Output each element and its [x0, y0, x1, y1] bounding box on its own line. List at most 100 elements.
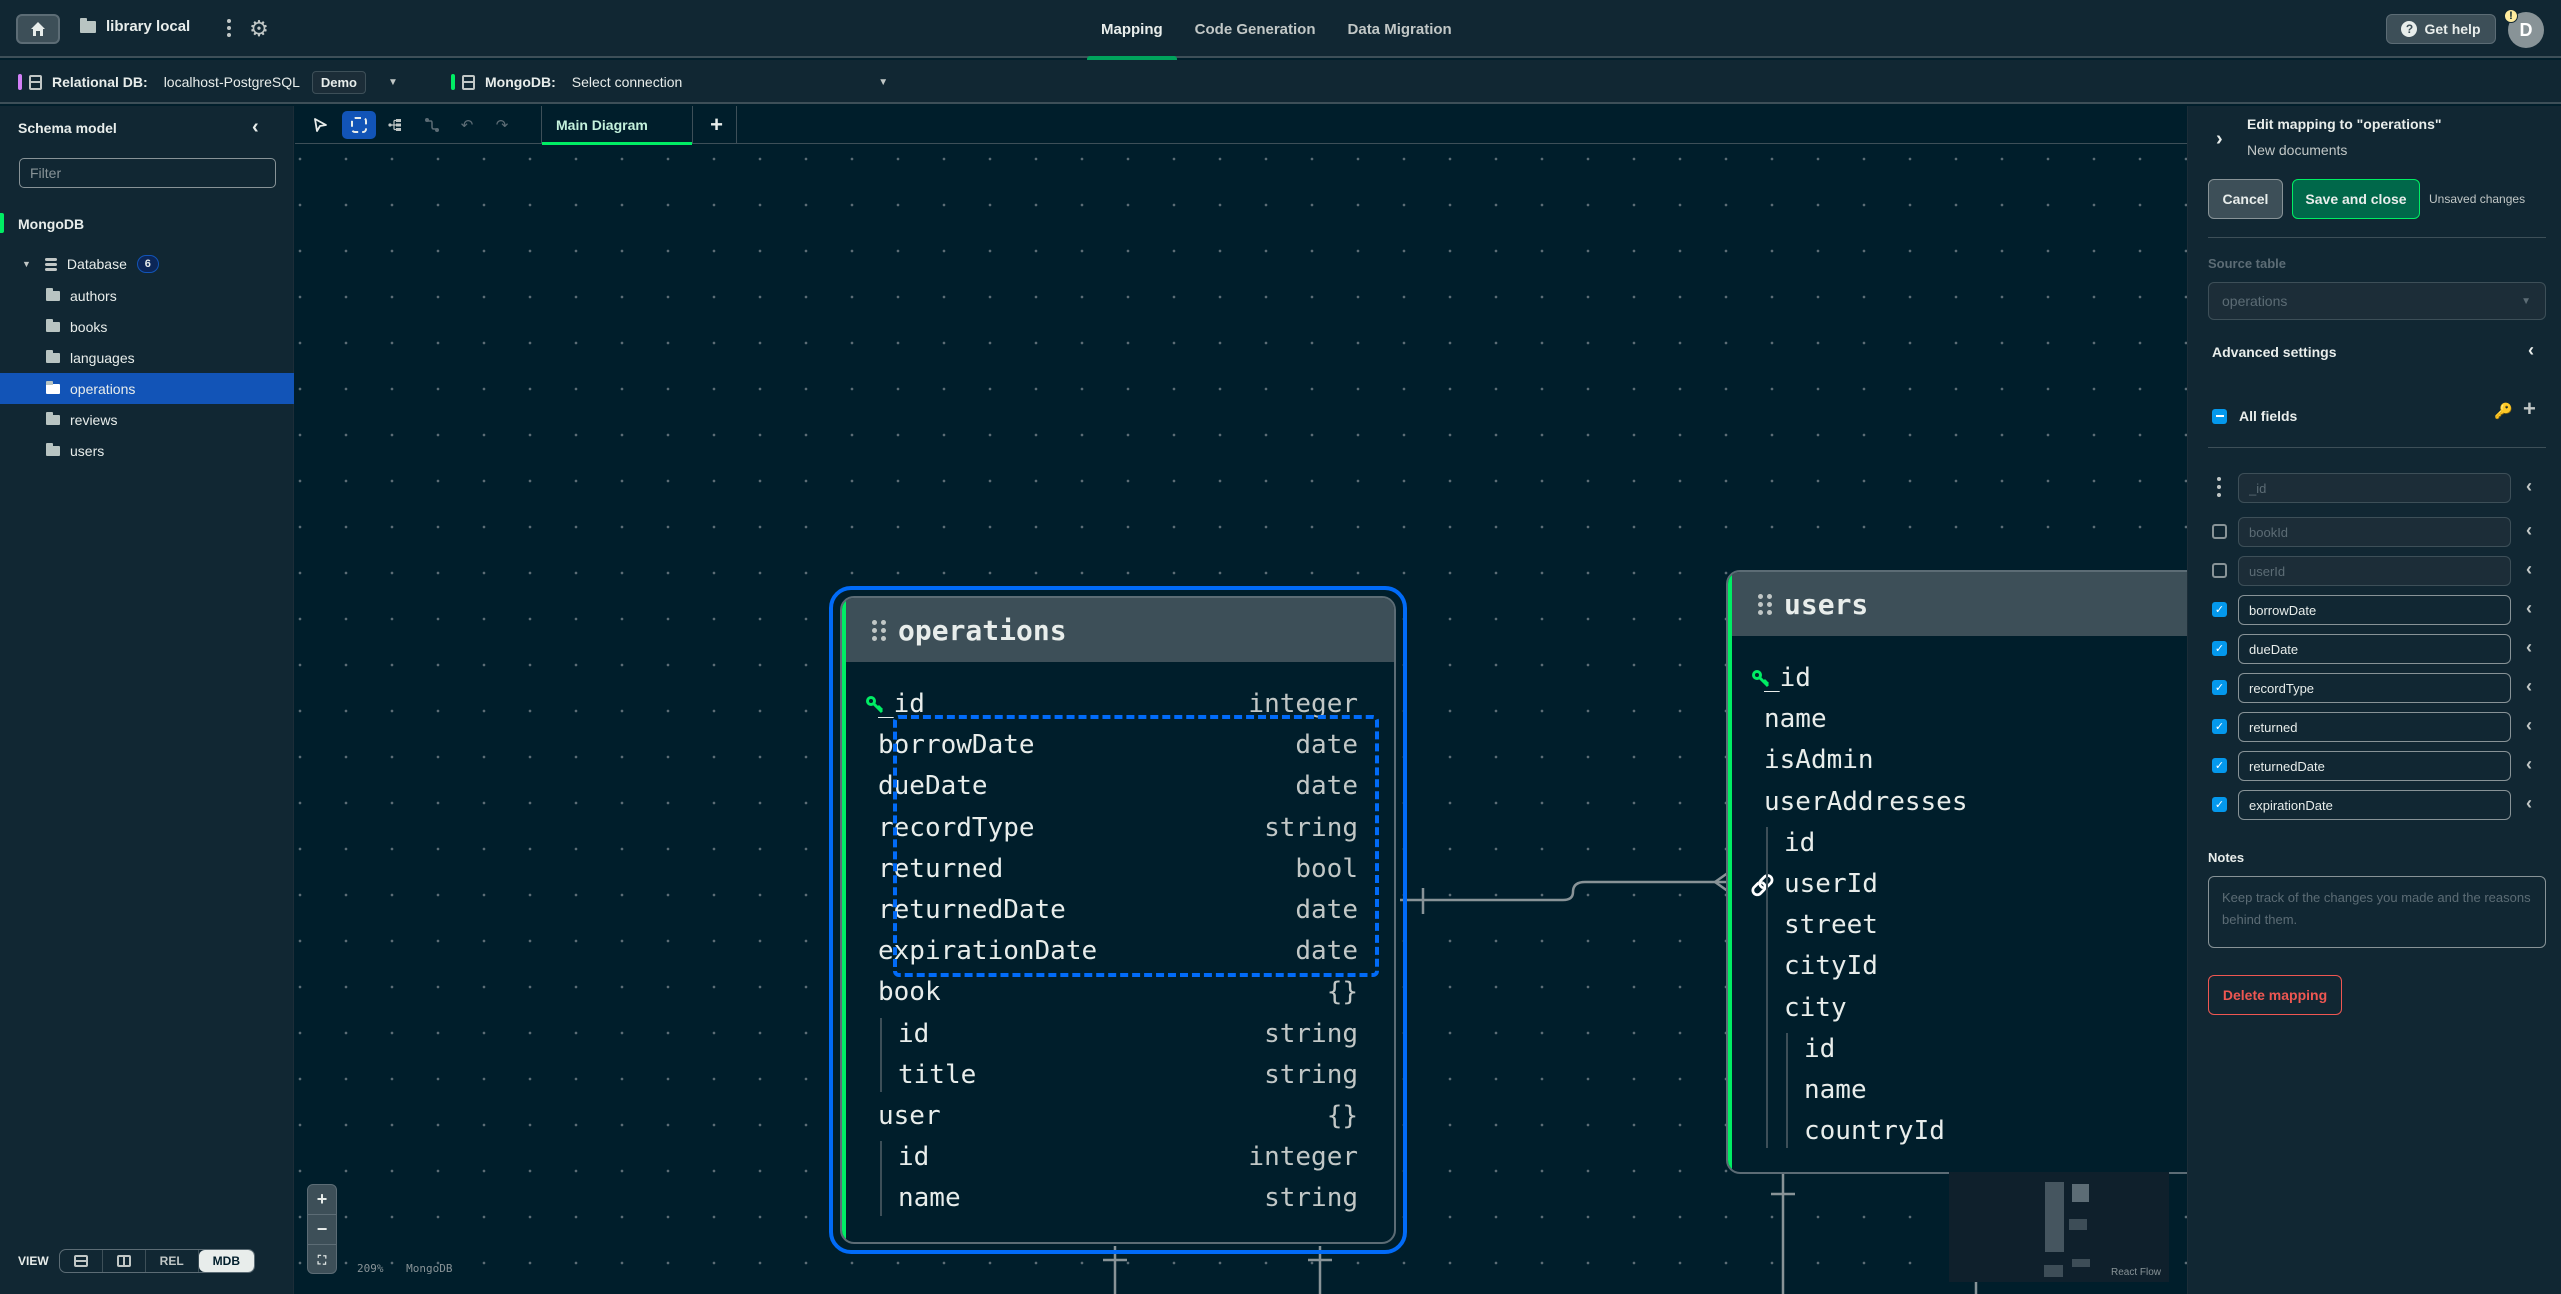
caret-down-icon[interactable]: ▼: [22, 259, 31, 269]
field-name-input[interactable]: [2238, 751, 2511, 781]
view-option-split[interactable]: [103, 1250, 146, 1272]
home-button[interactable]: [16, 14, 60, 44]
field-row[interactable]: id string: [842, 1014, 1394, 1054]
chevron-down-icon[interactable]: ▼: [388, 77, 398, 88]
tree-item-operations[interactable]: operations: [0, 373, 294, 404]
add-field-icon[interactable]: +: [2523, 396, 2536, 422]
field-name: title: [898, 1059, 977, 1090]
field-row[interactable]: 🔗userIdinteger: [1728, 864, 2187, 904]
tree-item-books[interactable]: books: [0, 311, 294, 342]
field-row[interactable]: namestring: [1728, 699, 2187, 739]
chevron-down-icon[interactable]: ▼: [878, 77, 888, 88]
save-and-close-button[interactable]: Save and close: [2292, 179, 2420, 219]
table-users[interactable]: users _idintegernamestringisAdminbooluse…: [1726, 570, 2187, 1174]
field-row[interactable]: countryIdinteger: [1728, 1111, 2187, 1151]
tab-data-migration[interactable]: Data Migration: [1332, 0, 1468, 58]
expand-field-icon[interactable]: ‹: [2526, 793, 2532, 814]
field-row[interactable]: book {}: [842, 972, 1394, 1012]
react-flow-attribution[interactable]: React Flow: [2111, 1267, 2161, 1278]
field-checkbox[interactable]: ✓: [2212, 680, 2227, 695]
field-row[interactable]: userAddresses: [1728, 782, 2187, 822]
collapse-panel-icon[interactable]: ›: [2216, 128, 2223, 151]
save-label: Save and close: [2305, 191, 2407, 207]
project-menu-icon[interactable]: [224, 16, 234, 40]
field-checkbox[interactable]: ✓: [2212, 797, 2227, 812]
expand-field-icon[interactable]: ‹: [2526, 637, 2532, 658]
get-help-button[interactable]: ? Get help: [2386, 14, 2496, 44]
expand-field-icon[interactable]: ‹: [2526, 559, 2532, 580]
expand-advanced-icon[interactable]: ‹: [2528, 340, 2534, 361]
expand-field-icon[interactable]: ‹: [2526, 520, 2532, 541]
field-row[interactable]: streetstring: [1728, 905, 2187, 945]
view-option-stacked[interactable]: [60, 1250, 103, 1272]
field-checkbox[interactable]: ✓: [2212, 719, 2227, 734]
table-name: users: [1784, 587, 1869, 621]
filter-input[interactable]: [19, 158, 276, 188]
diagram-canvas[interactable]: ↶ ↷ Main Diagram + operations _id integer…: [295, 106, 2187, 1294]
demo-badge: Demo: [311, 70, 366, 94]
tree-item-languages[interactable]: languages: [0, 342, 294, 373]
expand-field-icon[interactable]: ‹: [2526, 476, 2532, 497]
gear-icon[interactable]: ⚙: [248, 18, 270, 40]
tab-code-generation[interactable]: Code Generation: [1179, 0, 1332, 58]
notes-textarea[interactable]: [2208, 876, 2546, 948]
field-row[interactable]: namestring: [842, 1178, 1394, 1218]
tree-item-reviews[interactable]: reviews: [0, 404, 294, 435]
field-checkbox[interactable]: [2212, 524, 2227, 539]
field-name-input[interactable]: [2238, 790, 2511, 820]
expand-field-icon[interactable]: ‹: [2526, 676, 2532, 697]
field-checkbox[interactable]: ✓: [2212, 602, 2227, 617]
field-name-input[interactable]: [2238, 634, 2511, 664]
view-option-rel[interactable]: REL: [146, 1250, 199, 1272]
expand-field-icon[interactable]: ‹: [2526, 715, 2532, 736]
expand-field-icon[interactable]: ‹: [2526, 598, 2532, 619]
tree-item-users[interactable]: users: [0, 435, 294, 466]
field-name-input[interactable]: [2238, 517, 2511, 547]
collapse-sidebar-icon[interactable]: ‹: [252, 116, 259, 139]
tree-database[interactable]: ▼ Database 6: [22, 252, 159, 276]
field-row[interactable]: title string: [842, 1055, 1394, 1095]
canvas-mode: MongoDB: [406, 1262, 453, 1275]
field-row[interactable]: idinteger: [1728, 1029, 2187, 1069]
field-name-input[interactable]: [2238, 673, 2511, 703]
tree-item-authors[interactable]: authors: [0, 280, 294, 311]
field-name-input[interactable]: [2238, 595, 2511, 625]
field-row[interactable]: idinteger: [842, 1137, 1394, 1177]
key-icon[interactable]: 🔑: [2494, 402, 2513, 420]
fit-view-button[interactable]: ⛶: [308, 1245, 336, 1273]
project-name[interactable]: library local: [80, 17, 190, 35]
field-row[interactable]: cityIdinteger: [1728, 946, 2187, 986]
zoom-level: 209%: [357, 1262, 384, 1275]
field-row[interactable]: isAdminbool: [1728, 740, 2187, 780]
cancel-button[interactable]: Cancel: [2208, 179, 2283, 219]
expand-field-icon[interactable]: ‹: [2526, 754, 2532, 775]
field-row[interactable]: user {}: [842, 1096, 1394, 1136]
mongodb-connection[interactable]: MongoDB: Select connection ▼: [451, 60, 888, 104]
all-fields-checkbox[interactable]: [2212, 408, 2227, 424]
table-header[interactable]: users: [1728, 572, 2187, 636]
field-checkbox[interactable]: ✓: [2212, 758, 2227, 773]
tab-mapping[interactable]: Mapping: [1085, 0, 1179, 60]
field-checkbox[interactable]: [2212, 563, 2227, 578]
field-row[interactable]: namestring: [1728, 1070, 2187, 1110]
zoom-in-button[interactable]: +: [308, 1185, 336, 1215]
view-option-mdb[interactable]: MDB: [198, 1250, 254, 1272]
drag-handle-icon[interactable]: [872, 619, 886, 641]
zoom-out-button[interactable]: −: [308, 1215, 336, 1245]
field-row[interactable]: idinteger: [1728, 823, 2187, 863]
field-name-input[interactable]: [2238, 473, 2511, 503]
source-table-select[interactable]: operations ▼: [2208, 282, 2546, 320]
field-name-input[interactable]: [2238, 556, 2511, 586]
advanced-settings-label[interactable]: Advanced settings: [2212, 344, 2336, 360]
relational-connection[interactable]: Relational DB: localhost-PostgreSQL Demo…: [18, 60, 398, 104]
field-options-icon[interactable]: [2217, 477, 2221, 497]
field-row[interactable]: city: [1728, 988, 2187, 1028]
table-header[interactable]: operations: [842, 598, 1394, 662]
delete-mapping-button[interactable]: Delete mapping: [2208, 975, 2342, 1015]
minimap[interactable]: React Flow: [1949, 1172, 2169, 1282]
field-name-input[interactable]: [2238, 712, 2511, 742]
field-row[interactable]: _idinteger: [1728, 658, 2187, 698]
view-segmented-control: REL MDB: [58, 1249, 255, 1273]
drag-handle-icon[interactable]: [1758, 593, 1772, 615]
field-checkbox[interactable]: ✓: [2212, 641, 2227, 656]
